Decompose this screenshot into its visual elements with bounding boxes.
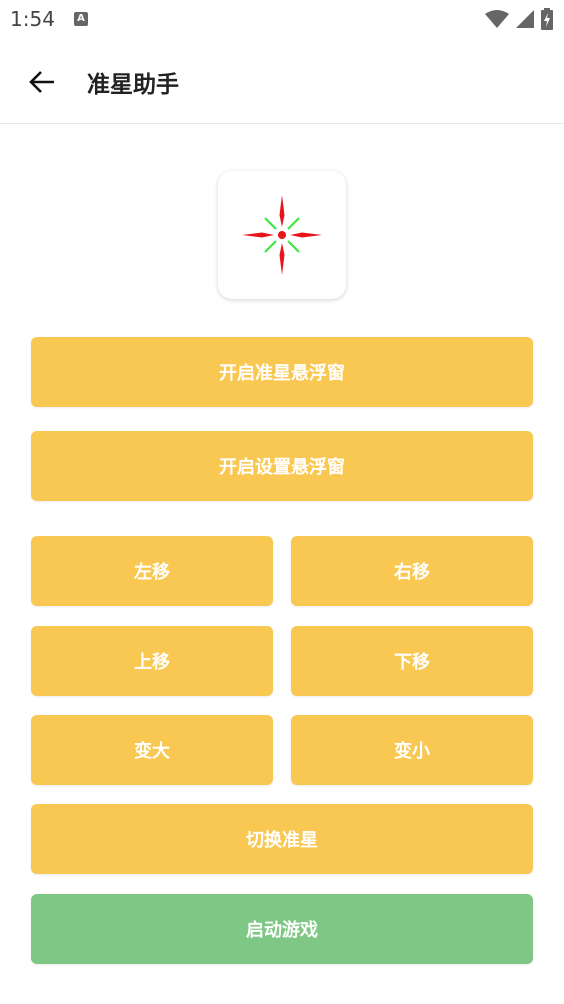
notification-app-icon: A (74, 12, 88, 26)
page-title: 准星助手 (87, 72, 179, 98)
status-icons (484, 8, 554, 30)
crosshair-icon (242, 195, 322, 275)
cellular-signal-icon (515, 10, 534, 28)
battery-icon (541, 8, 553, 30)
open-settings-overlay-button[interactable]: 开启设置悬浮窗 (31, 431, 533, 501)
move-left-button[interactable]: 左移 (31, 536, 273, 606)
enlarge-button[interactable]: 变大 (31, 715, 273, 785)
move-down-button[interactable]: 下移 (291, 626, 533, 696)
move-up-button[interactable]: 上移 (31, 626, 273, 696)
launch-game-button[interactable]: 启动游戏 (31, 894, 533, 964)
switch-crosshair-button[interactable]: 切换准星 (31, 804, 533, 874)
move-right-button[interactable]: 右移 (291, 536, 533, 606)
arrow-left-icon (29, 71, 54, 93)
app-bar: 准星助手 (0, 38, 564, 124)
wifi-icon (484, 10, 509, 28)
open-crosshair-overlay-button[interactable]: 开启准星悬浮窗 (31, 337, 533, 407)
crosshair-preview (218, 171, 346, 299)
back-button[interactable] (22, 62, 62, 102)
status-bar: 1:54 A (0, 0, 564, 38)
status-time: 1:54 (10, 7, 55, 31)
notification-app-icon-letter: A (77, 13, 85, 24)
shrink-button[interactable]: 变小 (291, 715, 533, 785)
